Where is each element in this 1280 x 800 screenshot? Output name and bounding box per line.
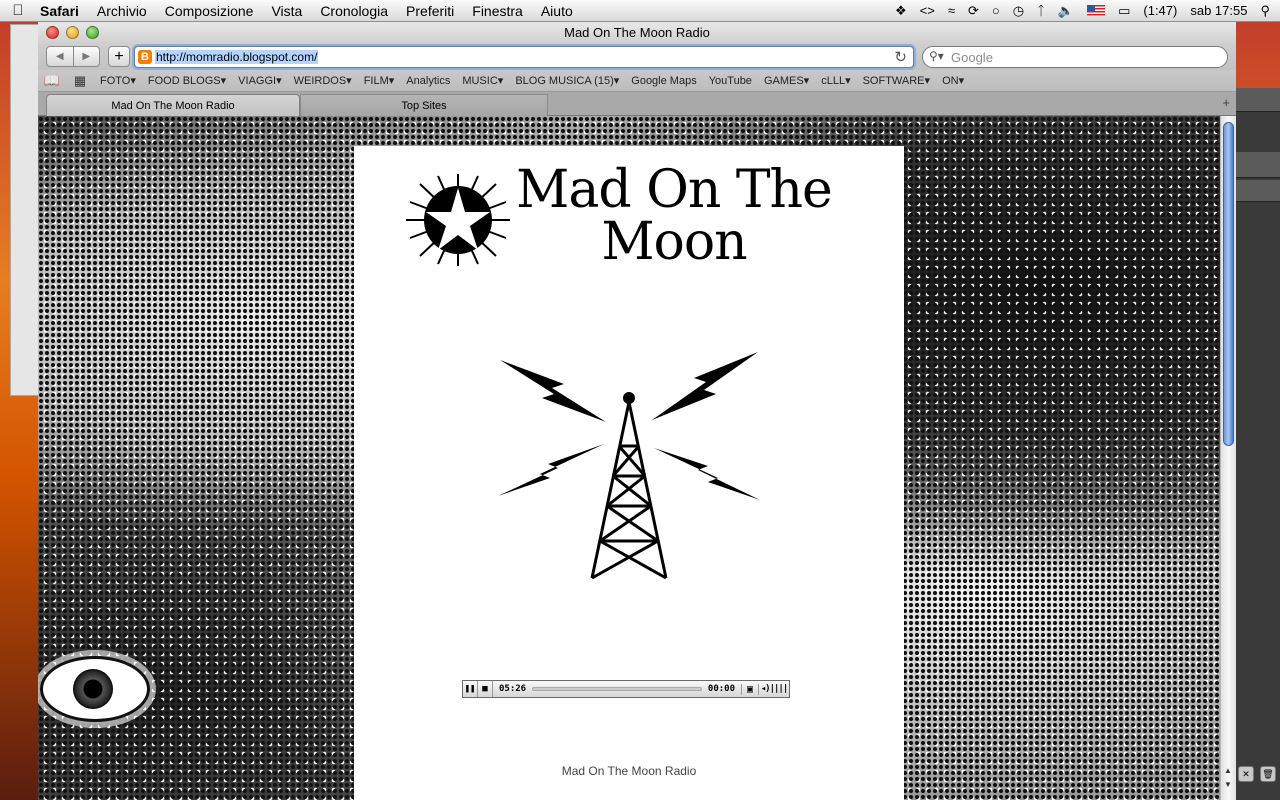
scrollbar-thumb[interactable] bbox=[1223, 122, 1234, 446]
search-icon[interactable]: ⚲▾ bbox=[929, 49, 944, 63]
tab-top-sites[interactable]: Top Sites bbox=[300, 94, 548, 116]
starburst-logo-icon bbox=[406, 174, 510, 266]
menu-app-name[interactable]: Safari bbox=[36, 3, 88, 19]
close-button[interactable] bbox=[46, 26, 59, 39]
url-text[interactable]: http://momradio.blogspot.com/ bbox=[155, 50, 319, 64]
scroll-down-arrow-icon[interactable]: ▼ bbox=[1224, 780, 1232, 789]
blogger-favicon-icon: B bbox=[138, 50, 152, 64]
background-window-right[interactable] bbox=[1236, 88, 1280, 800]
bookmark-item[interactable]: YouTube bbox=[703, 75, 758, 87]
menu-aiuto[interactable]: Aiuto bbox=[532, 3, 582, 19]
menu-bar:  Safari Archivio Composizione Vista Cro… bbox=[0, 0, 1280, 22]
audio-player: ❚❚ ■ 05:26 00:00 ▣ ◂)|||| bbox=[462, 680, 790, 698]
spotlight-icon[interactable]: ⚲ bbox=[1260, 3, 1270, 19]
nav-buttons: ◀ ▶ bbox=[46, 46, 100, 67]
background-eye-illustration bbox=[40, 656, 150, 722]
menu-composizione[interactable]: Composizione bbox=[156, 3, 263, 19]
tray-x-icon[interactable]: ✕ bbox=[1238, 766, 1254, 782]
bookmark-item[interactable]: FILM▾ bbox=[358, 74, 401, 87]
reading-list-icon[interactable]: 📖 bbox=[38, 73, 66, 89]
stop-button[interactable]: ■ bbox=[478, 681, 493, 697]
battery-icon[interactable]: ▭ bbox=[1118, 3, 1130, 19]
site-title-line-2: Moon bbox=[601, 212, 747, 272]
top-sites-grid-icon[interactable]: ▦ bbox=[66, 73, 94, 89]
chat-icon[interactable]: ○ bbox=[992, 3, 1000, 18]
site-title[interactable]: Mad On The Moon bbox=[504, 164, 844, 268]
window-title: Mad On The Moon Radio bbox=[564, 25, 710, 40]
site-title-line-1: Mad On The bbox=[516, 160, 833, 220]
bookmark-item[interactable]: MUSIC▾ bbox=[456, 74, 509, 87]
zoom-button[interactable] bbox=[86, 26, 99, 39]
code-icon[interactable]: <> bbox=[920, 3, 935, 18]
add-bookmark-button[interactable]: + bbox=[108, 46, 130, 67]
back-button[interactable]: ◀ bbox=[47, 47, 73, 66]
menu-extras: ❖ <> ≈ ⟳ ○ ◷ ᛏ 🔈 ▭ (1:47) sab 17:55 ⚲ bbox=[895, 3, 1280, 19]
apple-menu-icon[interactable]:  bbox=[0, 2, 36, 19]
menu-finestra[interactable]: Finestra bbox=[463, 3, 532, 19]
radio-tower-icon bbox=[498, 352, 760, 580]
bookmarks-bar: 📖 ▦ FOTO▾ FOOD BLOGS▾ VIAGGI▾ WEIRDOS▾ F… bbox=[38, 70, 1236, 92]
fullscreen-icon[interactable]: ▣ bbox=[741, 683, 759, 695]
sync-icon[interactable]: ⟳ bbox=[968, 3, 979, 19]
menu-archivio[interactable]: Archivio bbox=[88, 3, 156, 19]
bookmark-item[interactable]: SOFTWARE▾ bbox=[857, 74, 936, 87]
web-page: Mad On The Moon ❚❚ ■ 05:26 00:00 ▣ ◂)|||… bbox=[38, 116, 1220, 800]
tab-bar: Mad On The Moon Radio Top Sites + bbox=[38, 92, 1236, 116]
window-controls bbox=[46, 26, 99, 39]
clock[interactable]: sab 17:55 bbox=[1190, 3, 1247, 18]
bookmark-item[interactable]: cLLL▾ bbox=[815, 74, 856, 87]
search-placeholder: Google bbox=[951, 50, 993, 65]
tab-mad-on-the-moon[interactable]: Mad On The Moon Radio bbox=[46, 94, 300, 116]
battery-time[interactable]: (1:47) bbox=[1143, 3, 1177, 18]
bookmark-item[interactable]: FOOD BLOGS▾ bbox=[142, 74, 232, 87]
input-source-flag-icon[interactable] bbox=[1087, 5, 1106, 16]
menu-preferiti[interactable]: Preferiti bbox=[397, 3, 463, 19]
forward-button[interactable]: ▶ bbox=[72, 47, 100, 66]
bookmark-item[interactable]: BLOG MUSICA (15)▾ bbox=[509, 74, 625, 87]
seek-bar[interactable] bbox=[532, 687, 702, 691]
minimize-button[interactable] bbox=[66, 26, 79, 39]
new-tab-icon[interactable]: + bbox=[1222, 95, 1230, 110]
window-titlebar: Mad On The Moon Radio bbox=[38, 22, 1236, 44]
search-field[interactable]: ⚲▾ Google bbox=[922, 46, 1228, 68]
bookmark-item[interactable]: FOTO▾ bbox=[94, 74, 142, 87]
reload-icon[interactable]: ↻ bbox=[894, 48, 907, 66]
safari-window: Mad On The Moon Radio ◀ ▶ + B http://mom… bbox=[38, 22, 1236, 800]
elapsed-time: 05:26 bbox=[499, 684, 527, 694]
toolbar: ◀ ▶ + B http://momradio.blogspot.com/ ↻ … bbox=[38, 44, 1236, 70]
scroll-up-arrow-icon[interactable]: ▲ bbox=[1224, 766, 1232, 775]
footer-title[interactable]: Mad On The Moon Radio bbox=[354, 764, 904, 778]
bookmark-item[interactable]: Analytics bbox=[400, 75, 456, 87]
address-bar[interactable]: B http://momradio.blogspot.com/ ↻ bbox=[134, 46, 914, 68]
remaining-time: 00:00 bbox=[707, 684, 735, 694]
wifi-icon[interactable]: ≈ bbox=[948, 3, 955, 18]
bluetooth-icon[interactable]: ᛏ bbox=[1037, 3, 1045, 18]
bookmark-item[interactable]: VIAGGI▾ bbox=[232, 74, 287, 87]
bookmark-item[interactable]: GAMES▾ bbox=[758, 74, 815, 87]
volume-icon[interactable]: 🔈 bbox=[1058, 3, 1074, 19]
bookmark-item[interactable]: ON▾ bbox=[936, 74, 970, 87]
menu-vista[interactable]: Vista bbox=[262, 3, 311, 19]
bookmark-item[interactable]: Google Maps bbox=[625, 75, 702, 87]
trash-icon[interactable]: 🗑 bbox=[1260, 766, 1276, 782]
volume-slider-icon[interactable]: ◂)|||| bbox=[759, 684, 789, 694]
vertical-scrollbar[interactable]: ▲ ▼ bbox=[1220, 116, 1236, 800]
bookmark-item[interactable]: WEIRDOS▾ bbox=[288, 74, 358, 87]
blog-content-column: Mad On The Moon ❚❚ ■ 05:26 00:00 ▣ ◂)|||… bbox=[354, 146, 904, 800]
tray-buttons: ✕ 🗑 bbox=[1238, 766, 1276, 782]
pause-button[interactable]: ❚❚ bbox=[463, 681, 478, 697]
dropbox-icon[interactable]: ❖ bbox=[895, 3, 907, 19]
time-machine-icon[interactable]: ◷ bbox=[1013, 3, 1024, 19]
menu-cronologia[interactable]: Cronologia bbox=[311, 3, 397, 19]
